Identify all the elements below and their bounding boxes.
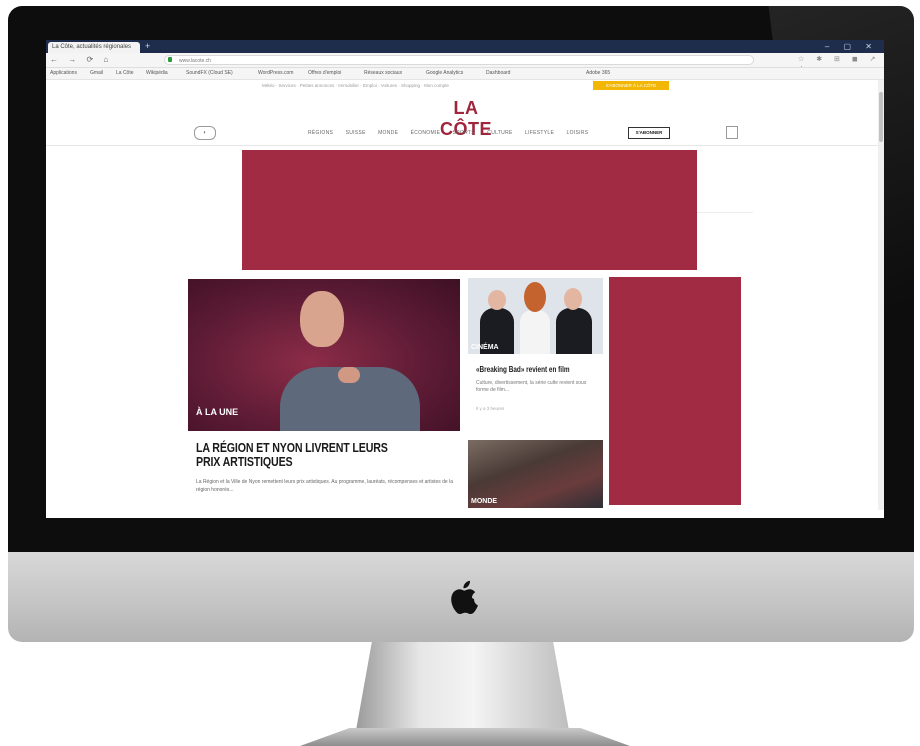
menu-icon[interactable] xyxy=(726,126,738,139)
article-card-image[interactable]: CINÉMA xyxy=(468,278,603,354)
nav-item[interactable]: SPORTS xyxy=(453,128,475,138)
subscribe-cta-button[interactable]: S'ABONNER À LA CÔTE xyxy=(593,81,669,90)
subscribe-button[interactable]: S'ABONNER xyxy=(628,127,670,139)
person-head xyxy=(564,288,582,310)
ad-banner-top[interactable] xyxy=(242,150,697,270)
toggle-icon[interactable]: ◐ xyxy=(194,126,216,140)
nav-item[interactable]: CULTURE xyxy=(487,128,512,138)
feature-category-tag: À LA UNE xyxy=(196,407,239,417)
bookmark-item[interactable]: Google Analytics xyxy=(426,69,463,78)
divider xyxy=(697,212,753,213)
browser-tab-strip: La Côte, actualités régionales + – ▢ ✕ xyxy=(46,40,884,53)
imac-stand-foot xyxy=(300,728,630,746)
person-head xyxy=(488,290,506,310)
bookmark-item[interactable]: Applications xyxy=(50,69,77,78)
article-headline[interactable]: «Breaking Bad» revient en film xyxy=(476,365,588,374)
ad-banner-side[interactable] xyxy=(609,277,741,505)
nav-item[interactable]: LIFESTYLE xyxy=(525,128,554,138)
apple-logo-icon xyxy=(451,580,478,615)
browser-toolbar: ← → ⟳ ⌂ www.lacote.ch ☆ ✱ ⊞ ◼ ↗ ⋮ xyxy=(46,53,884,73)
nav-item[interactable]: RÉGIONS xyxy=(308,128,333,138)
lock-icon xyxy=(168,57,172,62)
person-head xyxy=(524,282,546,312)
bookmark-item[interactable]: Offres d'emploi xyxy=(308,69,341,78)
bookmark-item[interactable]: Wikipédia xyxy=(146,69,168,78)
new-tab-button[interactable]: + xyxy=(145,42,155,51)
bookmark-item[interactable]: Réseaux sociaux xyxy=(364,69,402,78)
browser-tab[interactable]: La Côte, actualités régionales xyxy=(48,42,140,53)
person-head xyxy=(300,291,344,347)
article-excerpt: Culture, divertissement, la série culte … xyxy=(476,380,587,393)
nav-item[interactable]: LOISIRS xyxy=(567,128,589,138)
person-figure xyxy=(556,308,592,354)
scrollbar-track[interactable] xyxy=(878,80,884,510)
bookmark-item[interactable]: La Côte xyxy=(116,69,134,78)
scrollbar-thumb[interactable] xyxy=(879,92,883,142)
bookmark-item[interactable]: Adobe 365 xyxy=(586,69,610,78)
imac-stand-neck xyxy=(355,640,570,736)
person-figure xyxy=(520,310,550,354)
nav-item[interactable]: MONDE xyxy=(378,128,398,138)
bookmark-item[interactable]: SoundFX (Cloud SE) xyxy=(186,69,233,78)
article-timestamp: Il y a 3 heures xyxy=(476,406,505,411)
person-hand xyxy=(338,367,360,383)
feature-excerpt: La Région et la Ville de Nyon remettent … xyxy=(196,479,453,493)
bookmark-item[interactable]: Gmail xyxy=(90,69,103,78)
nav-divider xyxy=(46,145,884,146)
address-bar[interactable]: www.lacote.ch xyxy=(164,55,754,65)
article-category-tag: MONDE xyxy=(471,498,498,505)
article-card-image[interactable]: MONDE xyxy=(468,440,603,508)
bookmark-item[interactable]: WordPress.com xyxy=(258,69,293,78)
browser-window: La Côte, actualités régionales + – ▢ ✕ ←… xyxy=(46,40,884,518)
nav-item[interactable]: ÉCONOMIE xyxy=(411,128,441,138)
feature-article-image[interactable]: À LA UNE xyxy=(188,279,460,431)
utility-links[interactable]: Météo · Services · Petites annonces · Im… xyxy=(262,82,449,90)
feature-headline[interactable]: LA RÉGION ET NYON LIVRENT LEURS PRIX ART… xyxy=(196,441,393,469)
bookmarks-bar: Applications Gmail La Côte Wikipédia Sou… xyxy=(46,68,884,80)
navigation-buttons[interactable]: ← → ⟳ ⌂ xyxy=(50,55,112,65)
article-category-tag: CINÉMA xyxy=(471,344,499,351)
nav-item[interactable]: SUISSE xyxy=(346,128,366,138)
bookmark-item[interactable]: Dashboard xyxy=(486,69,510,78)
window-controls[interactable]: – ▢ ✕ xyxy=(825,41,878,52)
main-navigation: RÉGIONS SUISSE MONDE ÉCONOMIE SPORTS CUL… xyxy=(308,128,599,138)
